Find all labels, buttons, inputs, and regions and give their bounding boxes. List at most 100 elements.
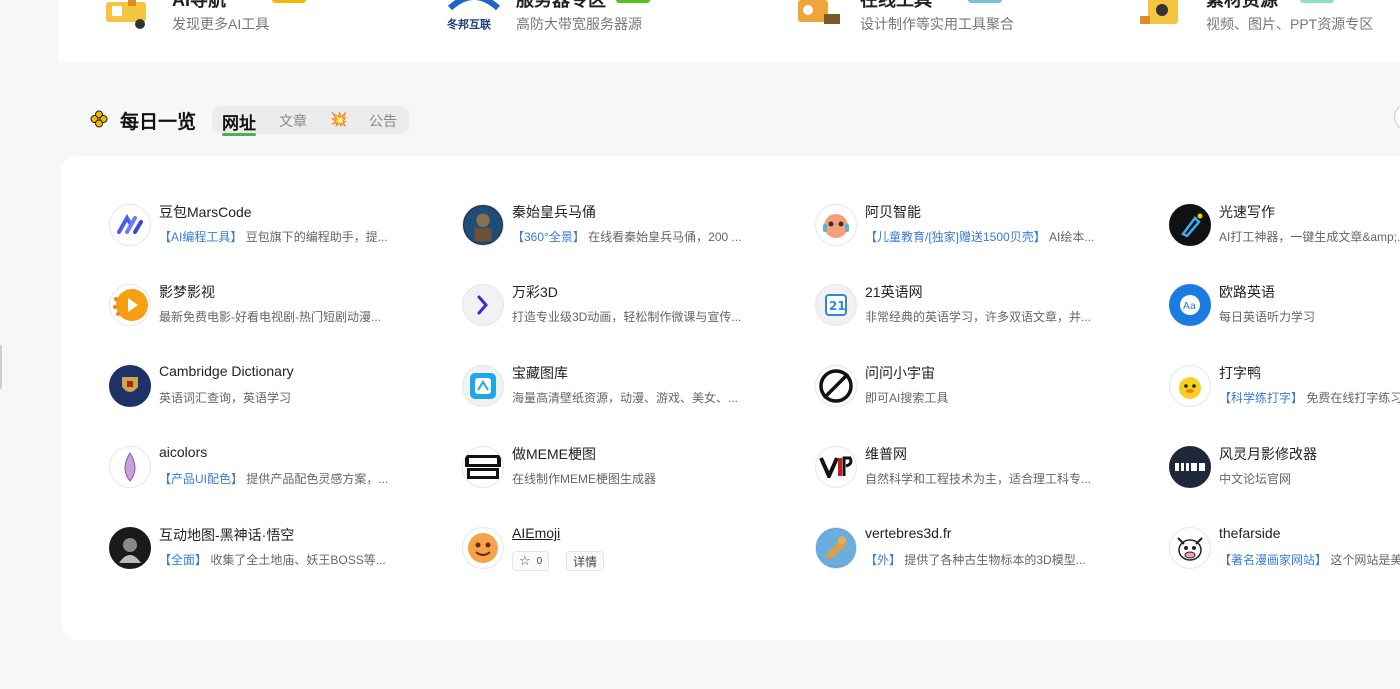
site-name: 宝藏图库 [512, 365, 568, 381]
new-badge [616, 0, 650, 3]
like-count: 0 [536, 555, 543, 567]
site-name: 互动地图-黑神话·悟空 [159, 527, 295, 543]
site-desc: 【全面】 收集了全土地庙、妖王BOSS等... [159, 553, 386, 567]
section-title: 每日一览 [120, 112, 197, 133]
tab-hot[interactable]: 💥 [330, 111, 347, 128]
cambridge-logo-icon [109, 365, 151, 407]
site-name: 万彩3D [512, 284, 558, 300]
top-item-subtitle: 高防大带宽服务器源 [516, 16, 642, 32]
site-name: 21英语网 [865, 284, 923, 300]
aiemoji-logo-icon [462, 527, 504, 569]
site-item[interactable]: 做MEME梗图 在线制作MEME梗图生成器 [462, 444, 802, 492]
site-name[interactable]: AIEmoji [512, 525, 560, 541]
site-name: 问问小宇宙 [865, 365, 935, 381]
site-item[interactable]: AIEmoji ☆ 0 详情 [462, 525, 802, 573]
site-desc: 【产品UI配色】 提供产品配色灵感方案，... [159, 472, 389, 486]
sidebar-toggle-handle[interactable] [0, 345, 2, 389]
detail-button[interactable]: 详情 [566, 551, 605, 571]
site-desc: 即可AI搜索工具 [865, 391, 949, 405]
duck-logo-icon [1169, 365, 1211, 407]
tab-articles[interactable]: 文章 [279, 111, 307, 131]
site-desc: 打造专业级3D动画，轻松制作微课与宣传... [512, 310, 742, 324]
site-item[interactable]: 万彩3D 打造专业级3D动画，轻松制作微课与宣传... [462, 282, 802, 330]
site-desc: 在线制作MEME梗图生成器 [512, 472, 657, 486]
hot-badge [272, 0, 306, 3]
site-name: 光速写作 [1219, 204, 1275, 220]
site-item[interactable]: 秦始皇兵马俑 【360°全景】 在线看秦始皇兵马俑，200 ... [462, 202, 802, 250]
abei-logo-icon [815, 204, 857, 246]
wenwen-logo-icon [815, 365, 857, 407]
site-name: thefarside [1219, 525, 1281, 541]
fling-logo-icon [1169, 446, 1211, 488]
farside-logo-icon [1169, 527, 1211, 569]
top-item-title: AI导航 [172, 0, 226, 10]
tag-badge [968, 0, 1002, 3]
site-desc: 非常经典的英语学习，许多双语文章，并... [865, 310, 1092, 324]
site-name: Cambridge Dictionary [159, 363, 294, 379]
vertebres-logo-icon [815, 527, 857, 569]
site-item[interactable]: 宝藏图库 海量高清壁纸资源，动漫、游戏、美女、... [462, 363, 802, 411]
site-item[interactable]: 维普网 自然科学和工程技术为主，适合理工科专... [815, 444, 1155, 492]
site-name: 影梦影视 [159, 284, 215, 300]
site-item[interactable]: 互动地图-黑神话·悟空 【全面】 收集了全土地庙、妖王BOSS等... [109, 525, 449, 573]
tab-notices[interactable]: 公告 [369, 111, 397, 131]
dongbang-logo-icon: 冬邦互联 [447, 0, 501, 31]
site-name: 欧路英语 [1219, 284, 1275, 300]
top-item-subtitle: 发现更多AI工具 [172, 16, 270, 32]
site-name: 秦始皇兵马俑 [512, 204, 596, 220]
terracotta-logo-icon [462, 204, 504, 246]
site-desc: 【AI编程工具】 豆包旗下的编程助手，提... [159, 230, 388, 244]
baozang-logo-icon [462, 365, 504, 407]
site-item[interactable]: thefarside 【著名漫画家网站】 这个网站是美 [1169, 525, 1400, 573]
site-item[interactable]: Cambridge Dictionary 英语词汇查询，英语学习 [109, 363, 449, 411]
site-item[interactable]: vertebres3d.fr 【外】 提供了各种古生物标本的3D模型... [815, 525, 1155, 573]
top-item-title: 素材资源 [1206, 0, 1278, 10]
marscode-logo-icon [109, 204, 151, 246]
site-name: 维普网 [865, 446, 907, 462]
site-item[interactable]: 问问小宇宙 即可AI搜索工具 [815, 363, 1155, 411]
site-desc: 【外】 提供了各种古生物标本的3D模型... [865, 553, 1086, 567]
site-item[interactable]: 豆包MarsCode 【AI编程工具】 豆包旗下的编程助手，提... [109, 202, 449, 250]
svg-text:21: 21 [829, 299, 846, 313]
star-icon: ☆ [519, 553, 531, 568]
top-item-title: 在线工具 [860, 0, 932, 10]
wancai-logo-icon [462, 284, 504, 326]
site-name: aicolors [159, 444, 208, 460]
site-name: 打字鸭 [1219, 365, 1261, 381]
site-item[interactable]: 光速写作 AI打工神器，一键生成文章&amp;... [1169, 202, 1400, 250]
site-item[interactable]: 阿贝智能 【儿童教育/[独家]赠送1500贝壳】 AI绘本... [815, 202, 1155, 250]
zuomeme-logo-icon [462, 446, 504, 488]
ai-nav-illustration [106, 0, 146, 29]
top-item-subtitle: 设计制作等实用工具聚合 [860, 16, 1014, 32]
site-desc: 每日英语听力学习 [1219, 310, 1316, 324]
site-desc: 最新免费电影-好看电视剧-热门短剧动漫... [159, 310, 381, 324]
like-button[interactable]: ☆ 0 [512, 551, 550, 571]
vip-logo-icon [815, 446, 857, 488]
svg-text:冬邦互联: 冬邦互联 [447, 17, 491, 31]
tag-badge [1300, 0, 1334, 3]
tab-sites[interactable]: 网址 [222, 109, 256, 136]
site-item[interactable]: 打字鸭 【科学练打字】 免费在线打字练习 [1169, 363, 1400, 411]
site-item[interactable]: aicolors 【产品UI配色】 提供产品配色灵感方案，... [109, 444, 449, 492]
site-name: vertebres3d.fr [865, 525, 952, 541]
site-desc: 英语词汇查询，英语学习 [159, 391, 292, 405]
site-name: 豆包MarsCode [159, 204, 252, 220]
yingmeng-logo-icon [109, 284, 151, 326]
21en-logo-icon: 21 [815, 284, 857, 326]
sites-card: 豆包MarsCode 【AI编程工具】 豆包旗下的编程助手，提... 秦始皇兵马… [61, 156, 1400, 640]
clover-icon [90, 110, 108, 128]
site-name: 做MEME梗图 [512, 446, 596, 462]
more-button[interactable] [1394, 104, 1400, 130]
site-item[interactable]: 21 21英语网 非常经典的英语学习，许多双语文章，并... [815, 282, 1155, 330]
guangsu-logo-icon [1169, 204, 1211, 246]
site-item[interactable]: 风灵月影修改器 中文论坛官网 [1169, 444, 1400, 492]
section-tabs: 网址 文章 💥 公告 [212, 106, 409, 136]
resources-illustration [1140, 0, 1178, 24]
site-desc: 海量高清壁纸资源，动漫、游戏、美女、... [512, 391, 739, 405]
site-desc: AI打工神器，一键生成文章&amp;... [1219, 230, 1400, 244]
site-item[interactable]: Aa 欧路英语 每日英语听力学习 [1169, 282, 1400, 330]
site-desc: 中文论坛官网 [1219, 472, 1292, 486]
wukong-logo-icon [109, 527, 151, 569]
site-item[interactable]: 影梦影视 最新免费电影-好看电视剧-热门短剧动漫... [109, 282, 449, 330]
site-desc: 【著名漫画家网站】 这个网站是美 [1219, 553, 1400, 567]
